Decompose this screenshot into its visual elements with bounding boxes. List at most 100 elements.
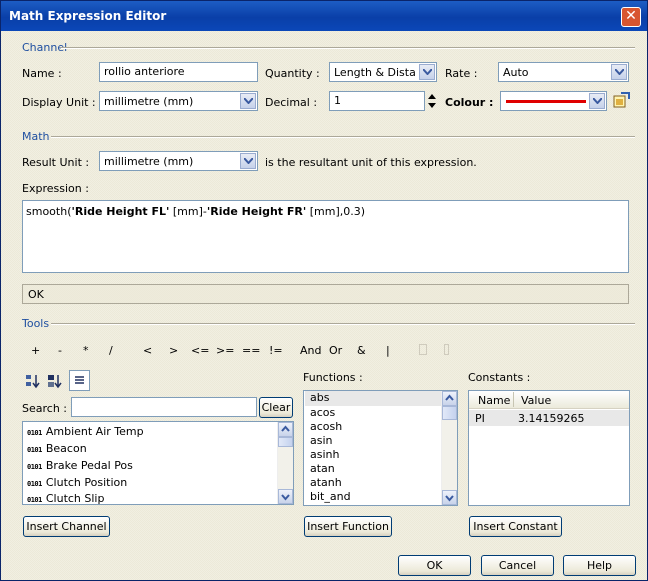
- close-button[interactable]: ✕: [621, 7, 641, 27]
- list-item[interactable]: atan: [310, 462, 335, 475]
- operator-and-button[interactable]: And: [300, 344, 321, 357]
- scroll-down-icon[interactable]: [278, 489, 293, 504]
- decimal-label: Decimal :: [265, 96, 318, 109]
- constant-name: PI: [475, 412, 485, 425]
- name-field[interactable]: rollio anteriore: [99, 62, 258, 82]
- colour-label: Colour :: [445, 96, 494, 109]
- list-item[interactable]: 0101 Ambient Air Temp: [27, 425, 144, 438]
- result-unit-value: millimetre (mm): [104, 155, 194, 168]
- operator-ampersand-button[interactable]: &: [357, 344, 366, 357]
- list-item-selected[interactable]: abs: [305, 391, 441, 406]
- chevron-down-icon[interactable]: [589, 93, 605, 109]
- operator-less-equal-button[interactable]: <=: [191, 344, 209, 357]
- list-item[interactable]: atanh: [310, 476, 342, 489]
- result-unit-note: is the resultant unit of this expression…: [265, 156, 477, 169]
- operator-greater-equal-button[interactable]: >=: [216, 344, 234, 357]
- insert-channel-button[interactable]: Insert Channel: [23, 516, 110, 537]
- expression-channel-1: 'Ride Height FL': [71, 205, 170, 218]
- scroll-thumb[interactable]: [442, 406, 457, 420]
- scroll-down-icon[interactable]: [442, 490, 457, 505]
- operator-equal-button[interactable]: ==: [242, 344, 260, 357]
- operator-not-equal-button[interactable]: !=: [269, 344, 283, 357]
- list-item[interactable]: bit_and: [310, 490, 351, 503]
- operator-multiply-button[interactable]: *: [83, 344, 89, 357]
- search-label: Search :: [22, 402, 67, 415]
- scroll-up-icon[interactable]: [278, 422, 293, 437]
- disabled-operator-icon: [419, 344, 427, 355]
- colour-select[interactable]: [500, 91, 607, 111]
- list-item[interactable]: acos: [310, 406, 335, 419]
- expression-operator: [mm]-: [169, 205, 207, 218]
- decimal-spinner[interactable]: [427, 91, 437, 111]
- cancel-button[interactable]: Cancel: [481, 555, 554, 576]
- window-title: Math Expression Editor: [9, 9, 167, 23]
- expression-editor[interactable]: smooth('Ride Height FL' [mm]-'Ride Heigh…: [22, 200, 629, 273]
- operator-less-button[interactable]: <: [143, 344, 152, 357]
- colour-swatch: [506, 100, 586, 103]
- rate-value: Auto: [503, 66, 529, 79]
- constant-value: 3.14159265: [518, 412, 585, 425]
- channels-scrollbar[interactable]: [277, 422, 293, 504]
- expression-tail: [mm],0.3): [306, 205, 366, 218]
- scroll-up-icon[interactable]: [442, 391, 457, 406]
- chevron-down-icon[interactable]: [611, 64, 627, 80]
- ok-button[interactable]: OK: [398, 555, 471, 576]
- quantity-select[interactable]: Length & Distance: [329, 62, 437, 82]
- list-item[interactable]: 0101 Clutch Slip: [27, 492, 104, 504]
- functions-list[interactable]: abs acos acosh asin asinh atan atanh bit…: [303, 390, 458, 506]
- colour-picker-icon[interactable]: [612, 92, 630, 110]
- rate-select[interactable]: Auto: [498, 62, 629, 82]
- list-item[interactable]: 0101 Clutch Position: [27, 476, 127, 489]
- chevron-down-icon[interactable]: [240, 153, 256, 169]
- expression-status: OK: [22, 284, 629, 304]
- operator-plus-button[interactable]: +: [31, 344, 40, 357]
- chevron-down-icon[interactable]: [419, 64, 435, 80]
- result-unit-select[interactable]: millimetre (mm): [99, 151, 258, 171]
- help-button[interactable]: Help: [563, 555, 636, 576]
- list-item[interactable]: acosh: [310, 420, 342, 433]
- constants-table[interactable]: Name Value PI 3.14159265: [468, 390, 630, 506]
- list-item[interactable]: asin: [310, 434, 333, 447]
- functions-scrollbar[interactable]: [441, 391, 457, 505]
- operator-minus-button[interactable]: -: [58, 344, 62, 357]
- search-input[interactable]: [71, 397, 257, 417]
- quantity-value: Length & Distance: [334, 66, 416, 79]
- disabled-operator-icon: [444, 344, 449, 355]
- scroll-thumb[interactable]: [278, 437, 293, 447]
- clear-button[interactable]: Clear: [259, 397, 293, 418]
- operator-divide-button[interactable]: /: [109, 344, 113, 357]
- rate-label: Rate :: [445, 67, 478, 80]
- column-header-name[interactable]: Name: [478, 394, 510, 407]
- operator-pipe-button[interactable]: |: [386, 344, 390, 357]
- display-unit-select[interactable]: millimetre (mm): [99, 91, 258, 111]
- operator-or-button[interactable]: Or: [329, 344, 342, 357]
- expression-label: Expression :: [22, 182, 89, 195]
- math-divider: [51, 136, 635, 138]
- insert-constant-button[interactable]: Insert Constant: [469, 516, 562, 537]
- list-view-icon[interactable]: [69, 370, 90, 391]
- column-divider: [513, 392, 514, 407]
- column-header-value[interactable]: Value: [521, 394, 551, 407]
- insert-function-button[interactable]: Insert Function: [304, 516, 392, 537]
- operator-greater-button[interactable]: >: [169, 344, 178, 357]
- channel-divider: [61, 47, 635, 49]
- list-item[interactable]: 0101 Beacon: [27, 442, 87, 455]
- name-label: Name :: [22, 67, 62, 80]
- title-bar[interactable]: Math Expression Editor ✕: [1, 1, 647, 31]
- result-unit-label: Result Unit :: [22, 156, 90, 169]
- expression-channel-2: 'Ride Height FR': [206, 205, 307, 218]
- table-row[interactable]: PI 3.14159265: [469, 410, 629, 426]
- tools-section-title: Tools: [22, 317, 50, 330]
- list-item[interactable]: 0101 Brake Pedal Pos: [27, 459, 133, 472]
- chevron-down-icon[interactable]: [240, 93, 256, 109]
- display-unit-label: Display Unit :: [22, 96, 96, 109]
- math-expression-editor-window: Math Expression Editor ✕ Channel Name : …: [0, 0, 648, 581]
- tools-divider: [51, 323, 635, 325]
- sort-alphabetical-icon[interactable]: [25, 373, 41, 389]
- decimal-field[interactable]: 1: [329, 91, 425, 111]
- display-unit-value: millimetre (mm): [104, 95, 194, 108]
- channels-list[interactable]: 0101 Ambient Air Temp 0101 Beacon 0101 Brak…: [22, 421, 294, 505]
- functions-label: Functions :: [303, 371, 363, 384]
- sort-by-type-icon[interactable]: [47, 373, 63, 389]
- list-item[interactable]: asinh: [310, 448, 339, 461]
